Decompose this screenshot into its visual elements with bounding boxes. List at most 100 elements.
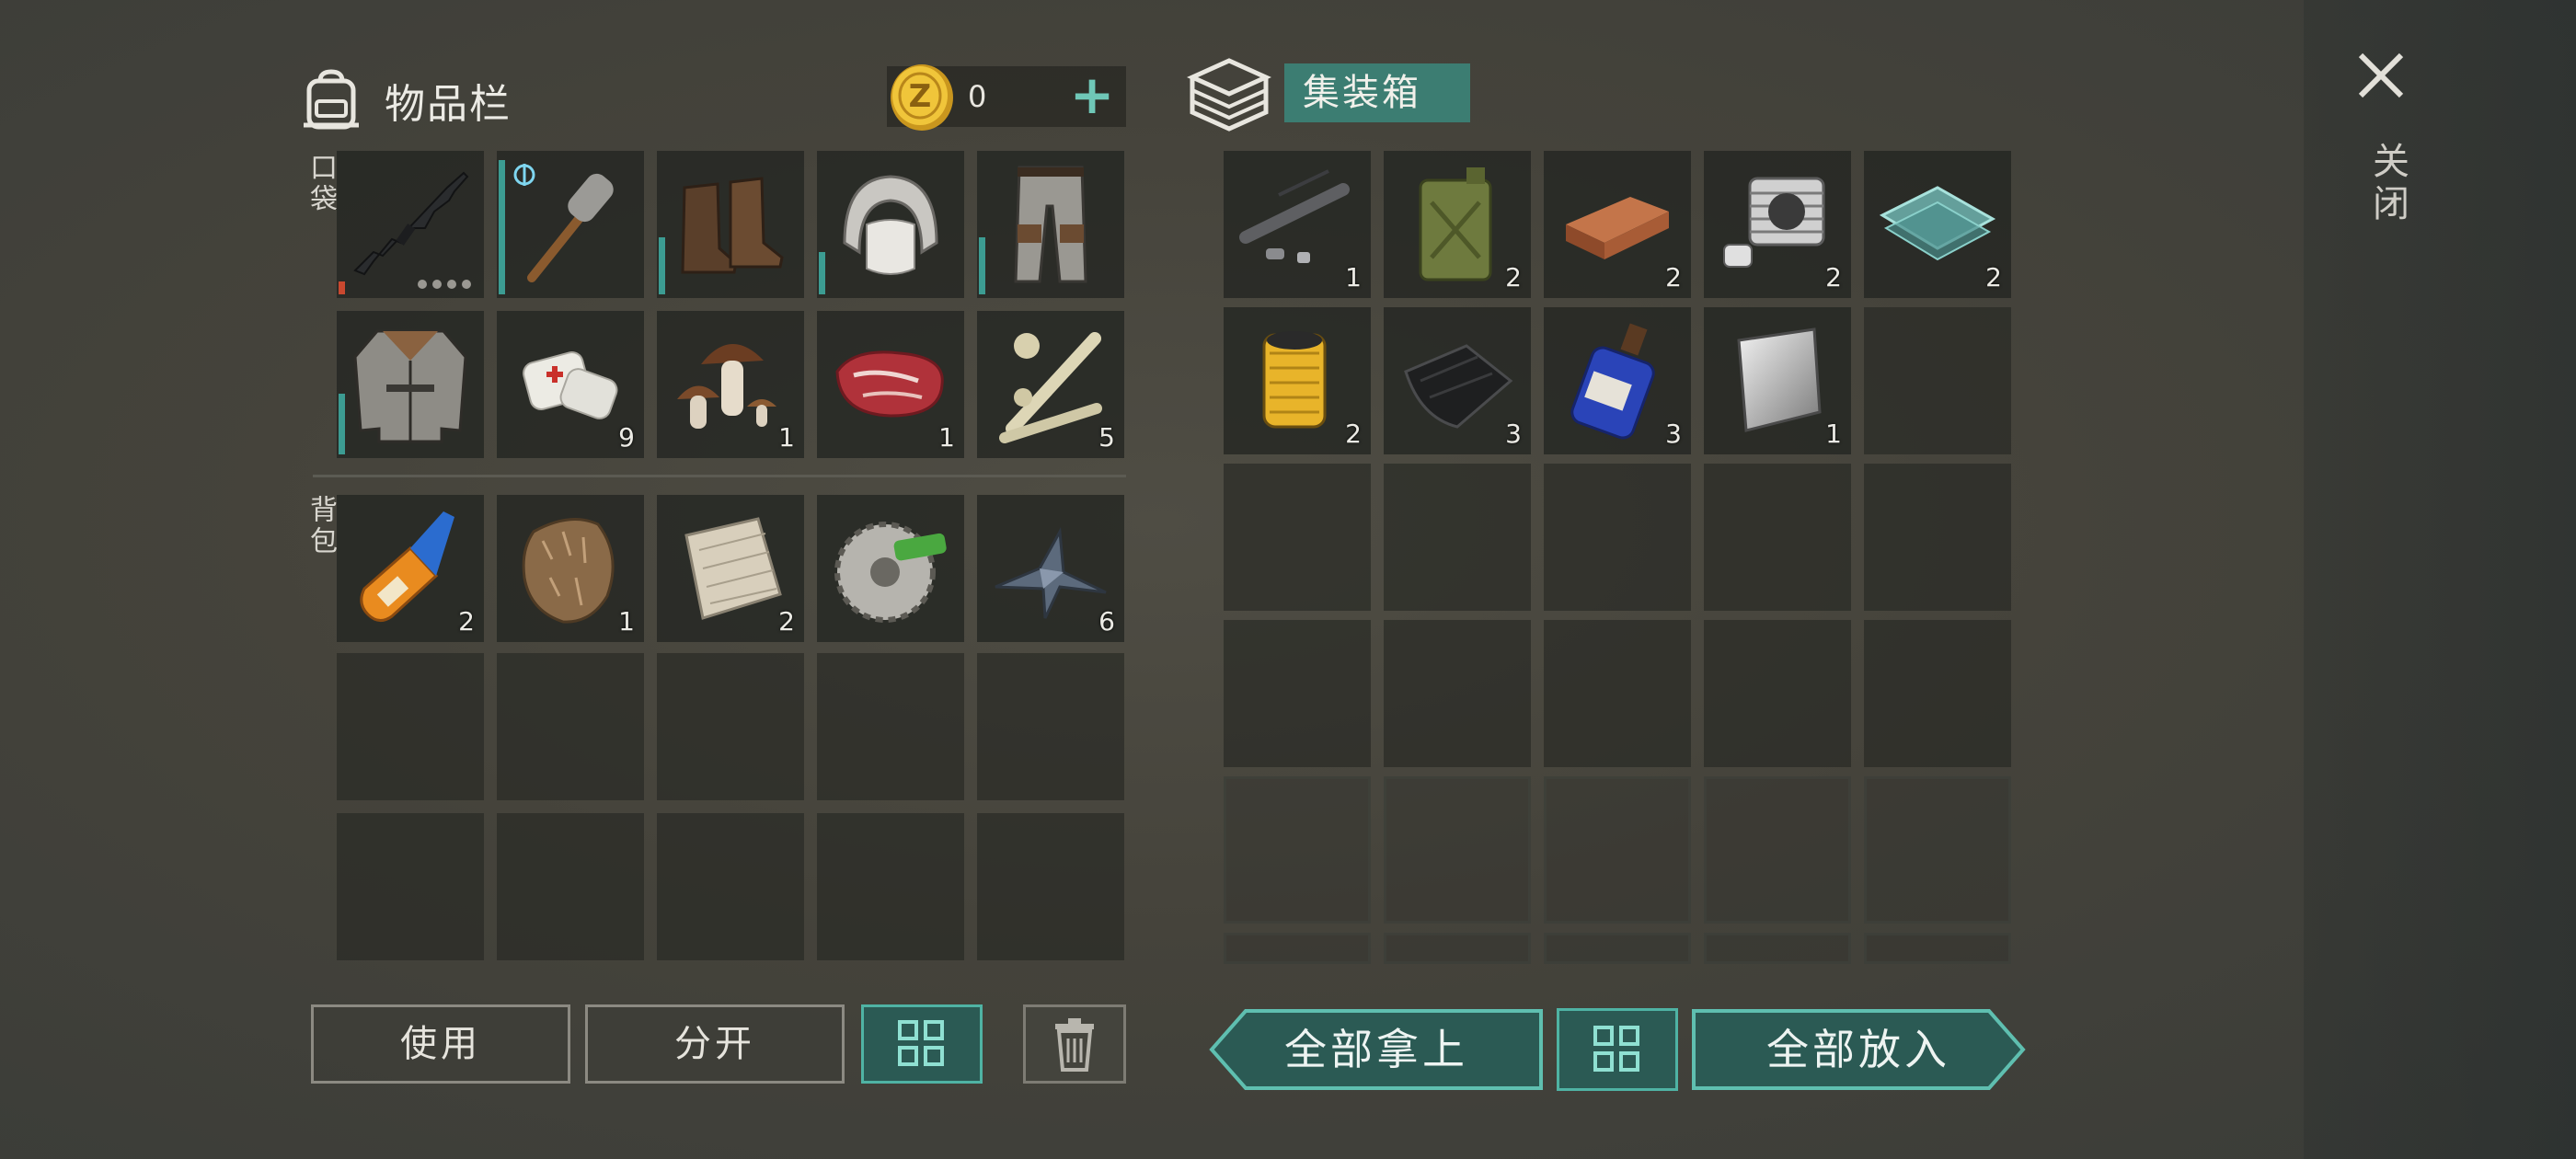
item-quantity: 5	[1098, 422, 1115, 453]
take-all-label: 全部拿上	[1284, 1025, 1468, 1074]
metal-plate-icon	[1737, 327, 1822, 432]
container-slot-ink-bottle[interactable]: 3	[1544, 307, 1691, 454]
item-quantity: 9	[618, 422, 635, 453]
container-slot-empty[interactable]	[1704, 620, 1851, 767]
container-slot-empty[interactable]	[1864, 307, 2011, 454]
container-slot-empty[interactable]	[1224, 464, 1371, 611]
item-quantity: 1	[1825, 419, 1842, 449]
sort-grid-icon	[1593, 1026, 1639, 1072]
container-slot-empty[interactable]	[1384, 464, 1531, 611]
inventory-title: 物品栏	[385, 81, 512, 128]
sort-inventory-button[interactable]	[861, 1004, 983, 1084]
container-slot-empty[interactable]	[1864, 464, 2011, 611]
oil-filter-icon	[1262, 331, 1327, 429]
durability-bar	[339, 281, 345, 294]
backpack-slot-empty[interactable]	[497, 813, 644, 960]
container-slot-metal-plate[interactable]: 1	[1704, 307, 1851, 454]
take-all-button[interactable]: 全部拿上	[1209, 1008, 1544, 1091]
durability-bar	[659, 237, 665, 294]
backpack-slot-fur[interactable]: 1	[497, 495, 644, 642]
container-slot-locked	[1544, 933, 1691, 964]
inventory-slot-bones[interactable]: 5	[977, 311, 1124, 458]
sort-container-button[interactable]	[1557, 1008, 1678, 1091]
spiked-club-icon	[513, 164, 614, 282]
put-all-button[interactable]: 全部放入	[1691, 1008, 2026, 1091]
inventory-slot-spiked-club[interactable]	[497, 151, 644, 298]
container-slot-copper-ingot[interactable]: 2	[1544, 151, 1691, 298]
container-slot-locked	[1704, 776, 1851, 924]
backpack-icon	[304, 69, 359, 130]
durability-bar	[499, 160, 505, 294]
backpack-slot-empty[interactable]	[657, 653, 804, 800]
container-slot-empty[interactable]	[1704, 464, 1851, 611]
scrap-metal-icon	[995, 526, 1107, 619]
container-slot-empty[interactable]	[1224, 620, 1371, 767]
container-slot-rifle-parts[interactable]: 1	[1224, 151, 1371, 298]
engine-cylinder-icon	[1723, 177, 1825, 268]
saw-blade-icon	[834, 522, 947, 623]
container-slot-black-cloth[interactable]: 3	[1384, 307, 1531, 454]
item-quantity: 1	[1345, 262, 1362, 293]
container-slot-locked	[1384, 776, 1531, 924]
inventory-slot-assault-rifle[interactable]	[337, 151, 484, 298]
backpack-slot-empty[interactable]	[977, 653, 1124, 800]
item-quantity: 1	[778, 422, 795, 453]
inventory-slot-leather-boots[interactable]	[657, 151, 804, 298]
container-slot-locked	[1864, 776, 2011, 924]
backpack-slot-empty[interactable]	[817, 653, 964, 800]
inventory-slot-mushrooms[interactable]: 1	[657, 311, 804, 458]
sort-grid-icon	[898, 1020, 944, 1066]
bones-icon	[999, 332, 1102, 443]
backpack-slot-cloth[interactable]: 2	[657, 495, 804, 642]
close-label[interactable]: 关闭	[2361, 142, 2414, 226]
item-quantity: 2	[1825, 262, 1842, 293]
item-quantity: 2	[778, 606, 795, 637]
backpack-slot-scrap-metal[interactable]: 6	[977, 495, 1124, 642]
backpack-slot-empty[interactable]	[817, 813, 964, 960]
leather-boots-icon	[681, 177, 784, 274]
backpack-slot-saw-blade[interactable]	[817, 495, 964, 642]
durability-bar	[979, 237, 985, 294]
container-slot-empty[interactable]	[1864, 620, 2011, 767]
container-slot-glass-sheets[interactable]: 2	[1864, 151, 2011, 298]
leather-pants-icon	[1014, 166, 1087, 283]
close-icon[interactable]	[2355, 50, 2407, 101]
inventory-slot-bandage[interactable]: 9	[497, 311, 644, 458]
right-panel-backdrop	[2304, 0, 2576, 1159]
inventory-slot-leather-jacket[interactable]	[337, 311, 484, 458]
item-quantity: 2	[1505, 262, 1522, 293]
container-slot-empty[interactable]	[1544, 620, 1691, 767]
glass-sheets-icon	[1879, 186, 1996, 261]
backpack-slot-glue[interactable]: 2	[337, 495, 484, 642]
backpack-slot-empty[interactable]	[657, 813, 804, 960]
black-cloth-icon	[1404, 344, 1513, 429]
jerry-can-icon	[1419, 167, 1492, 281]
inventory-slot-leather-pants[interactable]	[977, 151, 1124, 298]
split-button[interactable]: 分开	[585, 1004, 845, 1084]
trash-icon	[1055, 1018, 1094, 1072]
backpack-slot-empty[interactable]	[977, 813, 1124, 960]
item-quantity: 2	[458, 606, 475, 637]
add-coins-button[interactable]: +	[1067, 68, 1117, 121]
backpack-slot-empty[interactable]	[497, 653, 644, 800]
inventory-slot-raw-meat[interactable]: 1	[817, 311, 964, 458]
delete-button[interactable]	[1023, 1004, 1126, 1084]
use-button[interactable]: 使用	[311, 1004, 570, 1084]
item-quantity: 1	[938, 422, 955, 453]
glue-icon	[360, 511, 454, 622]
container-slot-empty[interactable]	[1384, 620, 1531, 767]
assault-rifle-icon	[353, 171, 469, 276]
rifle-parts-icon	[1239, 169, 1350, 263]
container-slot-engine-cylinder[interactable]: 2	[1704, 151, 1851, 298]
coin-balance: Z 0 +	[887, 64, 1126, 131]
backpack-slot-empty[interactable]	[337, 653, 484, 800]
backpack-slot-empty[interactable]	[337, 813, 484, 960]
container-slot-locked	[1704, 933, 1851, 964]
container-slot-empty[interactable]	[1544, 464, 1691, 611]
container-header: 集装箱	[1187, 53, 1470, 132]
cloth-icon	[684, 517, 782, 620]
inventory-slot-fur-hat[interactable]	[817, 151, 964, 298]
fur-hat-icon	[843, 175, 938, 275]
container-slot-oil-filter[interactable]: 2	[1224, 307, 1371, 454]
container-slot-jerry-can[interactable]: 2	[1384, 151, 1531, 298]
